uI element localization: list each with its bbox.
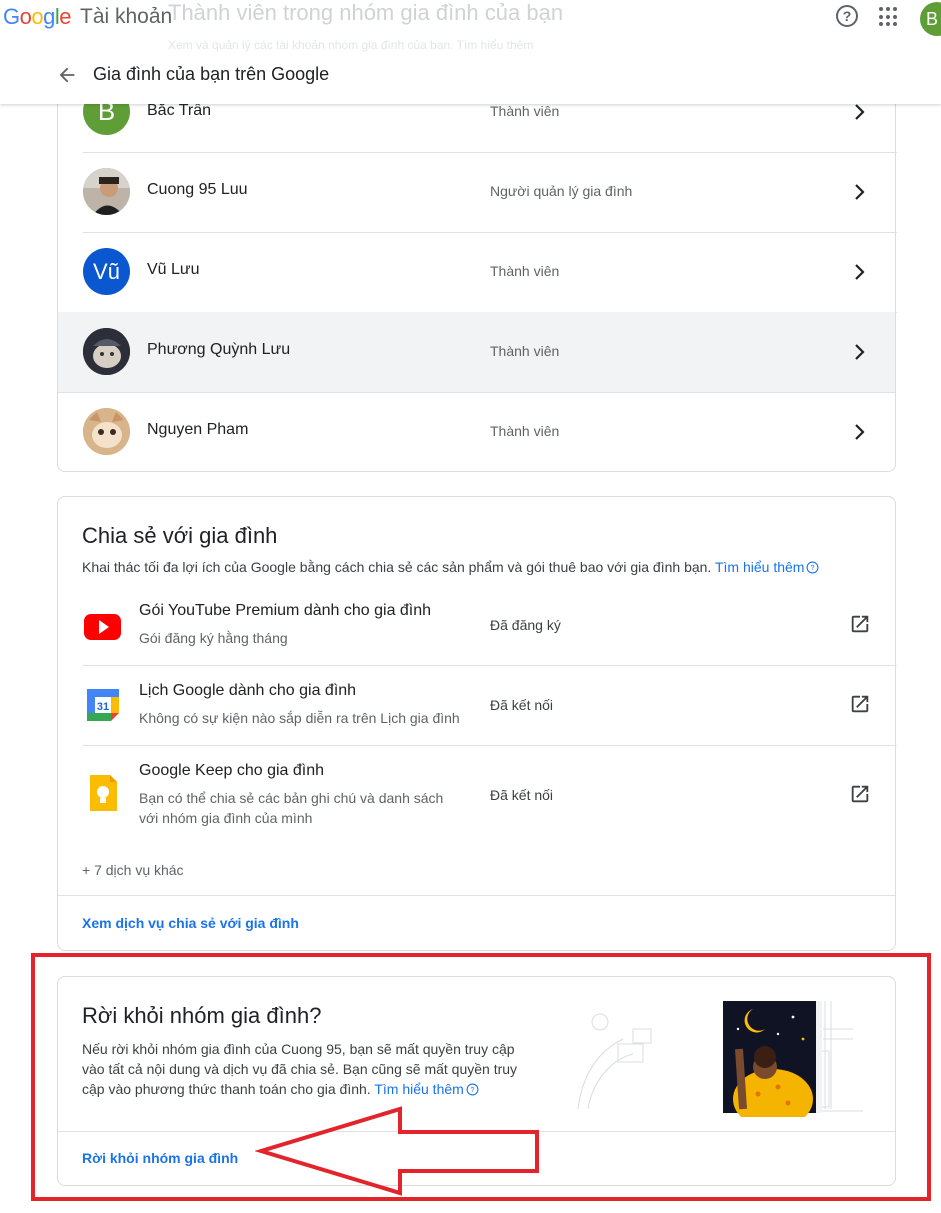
member-name: Cuong 95 Luu — [147, 181, 248, 198]
service-row[interactable]: Google Keep cho gia đình Bạn có thể chia… — [83, 745, 897, 845]
service-row[interactable]: Gói YouTube Premium dành cho gia đình Gó… — [83, 585, 897, 666]
avatar — [83, 168, 130, 215]
avatar — [83, 328, 130, 375]
apps-grid-icon[interactable] — [879, 7, 899, 27]
service-status: Đã kết nối — [490, 787, 554, 803]
member-role: Thành viên — [490, 263, 560, 279]
service-name: Google Keep cho gia đình — [139, 762, 325, 779]
open-in-new-icon[interactable] — [849, 783, 871, 805]
member-role: Thành viên — [490, 423, 560, 439]
chevron-right-icon — [855, 424, 865, 440]
leave-description: Nếu rời khỏi nhóm gia đình của Cuong 95,… — [82, 1041, 518, 1097]
share-description: Khai thác tối đa lợi ích của Google bằng… — [82, 559, 819, 575]
service-subtitle: Không có sự kiện nào sắp diễn ra trên Lị… — [139, 710, 460, 726]
share-card: Chia sẻ với gia đình Khai thác tối đa lợ… — [57, 496, 897, 951]
annotation-arrow-icon — [255, 1106, 539, 1196]
calendar-icon: 31 — [87, 689, 119, 721]
member-role: Người quản lý gia đình — [490, 183, 633, 199]
member-row[interactable]: Nguyen Pham Thành viên — [83, 392, 897, 472]
member-name: Nguyen Pham — [147, 421, 249, 438]
service-subtitle: Bạn có thể chia sẻ các bản ghi chú và da… — [139, 790, 444, 826]
calendar-day-label: 31 — [97, 701, 109, 713]
chevron-right-icon — [855, 104, 865, 120]
divider — [58, 895, 895, 896]
member-role: Thành viên — [490, 103, 560, 119]
faded-heading: Thành viên trong nhóm gia đình của bạn — [168, 0, 564, 25]
faded-subheading: Xem và quản lý các tài khoản nhóm gia đì… — [168, 38, 534, 52]
svg-text:?: ? — [811, 565, 815, 572]
back-arrow-icon[interactable] — [56, 64, 78, 86]
chevron-right-icon — [855, 184, 865, 200]
member-name: Vũ Lưu — [147, 261, 200, 278]
google-logo[interactable]: Google — [3, 4, 72, 30]
svg-text:?: ? — [470, 1087, 474, 1094]
chevron-right-icon — [855, 344, 865, 360]
open-in-new-icon[interactable] — [849, 613, 871, 635]
service-status: Đã kết nối — [490, 697, 554, 713]
member-row[interactable]: Phương Quỳnh Lưu Thành viên — [58, 312, 895, 393]
more-services-text: + 7 dịch vụ khác — [82, 862, 184, 878]
help-icon[interactable]: ? — [836, 5, 858, 27]
avatar — [83, 408, 130, 455]
open-in-new-icon[interactable] — [849, 693, 871, 715]
account-avatar[interactable]: B — [920, 2, 941, 36]
service-name: Lịch Google dành cho gia đình — [139, 682, 357, 699]
learn-more-link[interactable]: Tìm hiểu thêm — [715, 559, 804, 575]
members-card: B Bắc Trần Thành viên Cuong 95 Luu Người… — [57, 60, 897, 472]
avatar: Vũ — [83, 248, 130, 295]
help-circle-icon: ? — [466, 1083, 479, 1096]
service-row[interactable]: 31 Lịch Google dành cho gia đình Không c… — [83, 665, 897, 746]
service-name: Gói YouTube Premium dành cho gia đình — [139, 602, 432, 619]
member-row[interactable]: Vũ Vũ Lưu Thành viên — [83, 232, 897, 313]
member-row[interactable]: Cuong 95 Luu Người quản lý gia đình — [83, 152, 897, 233]
help-circle-icon: ? — [806, 561, 819, 574]
service-subtitle: Gói đăng ký hằng tháng — [139, 630, 288, 646]
member-role: Thành viên — [490, 343, 560, 359]
service-status: Đã đăng ký — [490, 617, 561, 633]
learn-more-link[interactable]: Tìm hiểu thêm — [374, 1081, 463, 1097]
member-name: Phương Quỳnh Lưu — [147, 341, 291, 358]
youtube-icon — [84, 614, 121, 640]
chevron-right-icon — [855, 264, 865, 280]
keep-icon — [90, 775, 117, 811]
leave-family-illustration — [577, 1001, 863, 1117]
share-title: Chia sẻ với gia đình — [82, 523, 278, 548]
account-label[interactable]: Tài khoản — [80, 5, 172, 29]
top-bar: Thành viên trong nhóm gia đình của bạn X… — [0, 0, 941, 104]
leave-title: Rời khỏi nhóm gia đình? — [82, 1003, 322, 1028]
member-name: Bắc Trần — [147, 102, 212, 119]
leave-family-button[interactable]: Rời khỏi nhóm gia đình — [82, 1150, 238, 1166]
page-title: Gia đình của bạn trên Google — [93, 64, 330, 84]
view-shared-services-link[interactable]: Xem dịch vụ chia sẻ với gia đình — [82, 915, 299, 931]
